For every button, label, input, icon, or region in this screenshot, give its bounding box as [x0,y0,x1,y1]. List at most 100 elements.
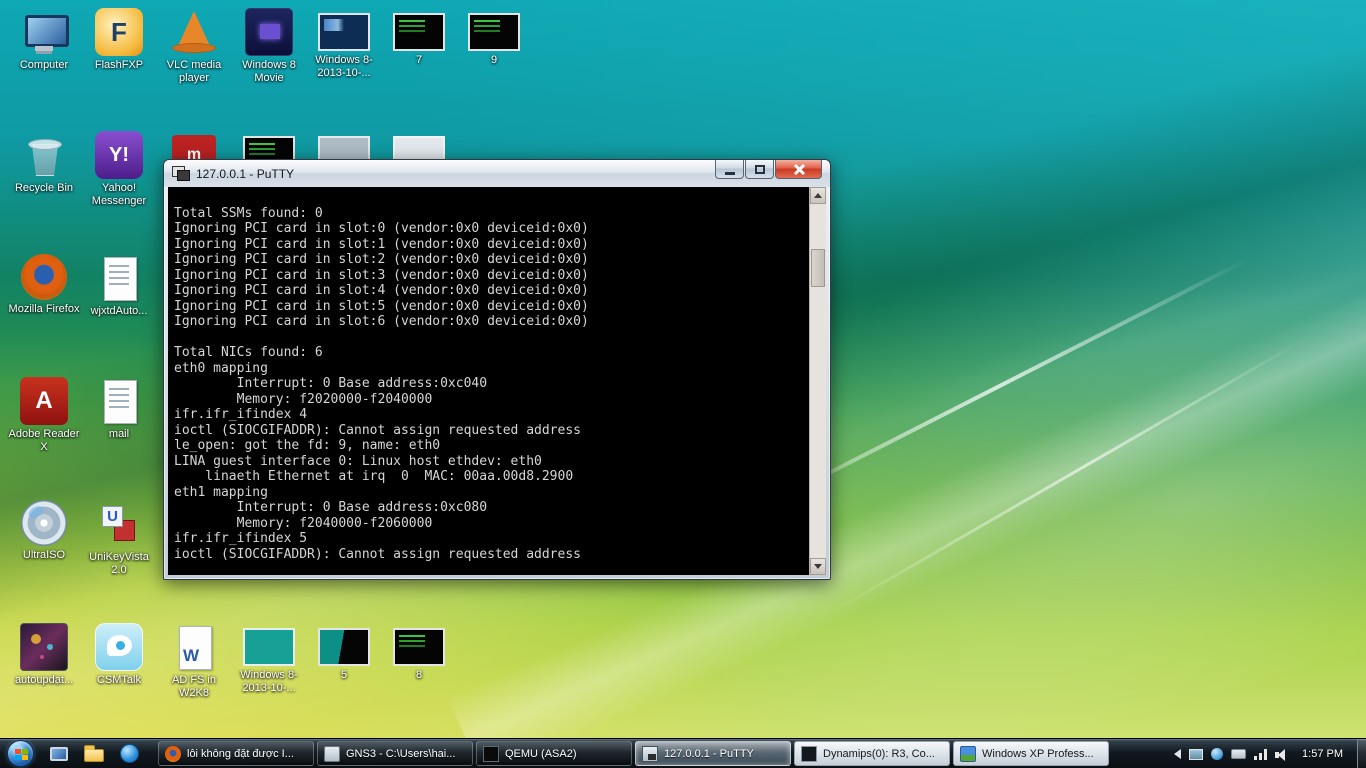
desktop-icon-mozilla-firefox[interactable]: Mozilla Firefox [8,254,80,316]
terminal-line: Interrupt: 0 Base address:0xc080 [174,500,802,516]
thumb-dark-icon [393,13,445,51]
desktop-icon-windows8-movie[interactable]: Windows 8 Movie [233,8,305,85]
thumb-teal-icon [243,628,295,666]
desktop-icon-label: VLC media player [157,59,231,85]
desktop-icon-vlc[interactable]: VLC media player [158,8,230,85]
terminal-line: Memory: f2040000-f2060000 [174,516,802,532]
display-tray-icon[interactable] [1189,749,1203,760]
desktop-icon-label: Recycle Bin [7,182,81,195]
taskbar-clock[interactable]: 1:57 PM [1302,748,1343,760]
qemu-icon [483,746,499,762]
terminal-line: Ignoring PCI card in slot:6 (vendor:0x0 … [174,314,802,330]
desktop-icon-wjxtdauto[interactable]: wjxtdAuto... [83,254,155,318]
internet-explorer-icon [120,744,139,763]
language-tray-icon[interactable] [1231,749,1246,759]
start-button[interactable] [7,740,34,767]
desktop-icon-shot-8[interactable]: 8 [383,623,455,682]
scrollbar-down-arrow-icon[interactable] [810,558,826,575]
unikey-icon: U [95,500,143,548]
desktop-icon-label: mail [82,428,156,441]
quicklaunch-explorer[interactable] [81,741,107,767]
taskbar-button-label: 127.0.0.1 - PuTTY [664,748,754,760]
terminal-line: Ignoring PCI card in slot:2 (vendor:0x0 … [174,252,802,268]
quicklaunch-computer[interactable] [46,741,72,767]
desktop-icon-shot-9[interactable]: 9 [458,8,530,67]
terminal-line: ifr.ifr_ifindex 4 [174,407,802,423]
explorer-icon [84,749,104,762]
taskbar-button-winxp-window[interactable]: Windows XP Profess... [953,741,1109,766]
desktop-icon-label: 8 [382,669,456,682]
close-button[interactable] [775,160,822,179]
desktop-icon-shot-7[interactable]: 7 [383,8,455,67]
desktop-icon-win8-shot-top[interactable]: Windows 8-2013-10-... [308,8,380,80]
desktop-icon-unikey[interactable]: UUniKeyVista 2.0 [83,500,155,577]
maximize-button[interactable] [745,160,774,179]
thumb-navy-icon [318,13,370,51]
taskbar-button-label: lỗi không đặt được I... [187,748,294,760]
taskbar-button-label: GNS3 - C:\Users\hai... [346,748,455,760]
terminal-line [174,190,802,206]
desktop-icon-label: Adobe Reader X [7,428,81,454]
winxp-icon [960,746,976,762]
network-tray-icon[interactable] [1254,749,1267,760]
desktop-icon-label: wjxtdAuto... [82,305,156,318]
desktop-icon-label: FlashFXP [82,59,156,72]
yahoo-icon: Y! [95,131,143,179]
taskbar-button-label: Windows XP Profess... [982,748,1094,760]
terminal-line: le_open: got the fd: 9, name: eth0 [174,438,802,454]
desktop-icon-label: AD FS in W2K8 [157,674,231,700]
icon-glyph: U [102,506,123,527]
desktop-icon-mail[interactable]: mail [83,377,155,441]
scrollbar-thumb[interactable] [811,249,825,287]
desktop-icon-computer[interactable]: Computer [8,8,80,72]
desktop-icon-flashfxp[interactable]: FFlashFXP [83,8,155,72]
quicklaunch-internet-explorer[interactable] [116,741,142,767]
desktop-icon-yahoo-messenger[interactable]: Y!Yahoo! Messenger [83,131,155,208]
terminal-line: ioctl (SIOCGIFADDR): Cannot assign reque… [174,547,802,563]
taskbar-button-gns3-window[interactable]: GNS3 - C:\Users\hai... [317,741,473,766]
gns3-icon [324,746,340,762]
putty-terminal[interactable]: Total SSMs found: 0Ignoring PCI card in … [168,187,826,575]
desktop-icon-label: Windows 8-2013-10-... [232,669,306,695]
desktop-icon-label: Windows 8 Movie [232,59,306,85]
page-icon [95,254,143,302]
thumb-dark2-icon [318,628,370,666]
updates-tray-icon[interactable] [1211,748,1223,760]
scrollbar-up-arrow-icon[interactable] [810,187,826,204]
expand-tray-icon[interactable] [1174,749,1181,759]
close-icon [793,163,805,175]
desktop-icon-csmtalk[interactable]: CSMTalk [83,623,155,687]
desktop-icon-win8-shot-bottom[interactable]: Windows 8-2013-10-... [233,623,305,695]
desktop-icon-shot-5[interactable]: 5 [308,623,380,682]
desktop: ComputerFFlashFXPVLC media playerWindows… [0,0,1366,768]
dynamips-icon [801,746,817,762]
terminal-line: linaeth Ethernet at irq 0 MAC: 00aa.00d8… [174,469,802,485]
terminal-line: Ignoring PCI card in slot:5 (vendor:0x0 … [174,299,802,315]
putty-window-title: 127.0.0.1 - PuTTY [196,167,294,181]
word-icon: W [170,623,218,671]
desktop-icon-adobe-reader[interactable]: AAdobe Reader X [8,377,80,454]
taskbar: lỗi không đặt được I... GNS3 - C:\Users\h… [0,738,1366,768]
desktop-icon-recycle-bin[interactable]: Recycle Bin [8,131,80,195]
taskbar-button-qemu-window[interactable]: QEMU (ASA2) [476,741,632,766]
taskbar-buttons-area: lỗi không đặt được I... GNS3 - C:\Users\h… [158,741,1109,766]
volume-tray-icon[interactable] [1275,748,1290,761]
terminal-line: ifr.ifr_ifindex 5 [174,531,802,547]
recycle-icon [20,131,68,179]
thumb-dark-icon [393,628,445,666]
taskbar-button-firefox-window[interactable]: lỗi không đặt được I... [158,741,314,766]
desktop-icon-label: Computer [7,59,81,72]
minimize-button[interactable] [715,160,744,179]
desktop-icon-autoupdat[interactable]: autoupdạt... [8,623,80,687]
taskbar-button-putty-window[interactable]: 127.0.0.1 - PuTTY [635,741,791,766]
desktop-icon-ultraiso[interactable]: UltraISO [8,500,80,562]
show-desktop-button[interactable] [1357,739,1366,768]
maximize-icon [755,165,765,174]
terminal-line: Ignoring PCI card in slot:0 (vendor:0x0 … [174,221,802,237]
desktop-icon-adfs-w2k8[interactable]: W AD FS in W2K8 [158,623,230,700]
terminal-line: Total SSMs found: 0 [174,206,802,222]
computer-icon [20,8,68,56]
minimize-icon [725,172,735,175]
terminal-scrollbar[interactable] [809,187,826,575]
taskbar-button-dynamips-window[interactable]: Dynamips(0): R3, Co... [794,741,950,766]
